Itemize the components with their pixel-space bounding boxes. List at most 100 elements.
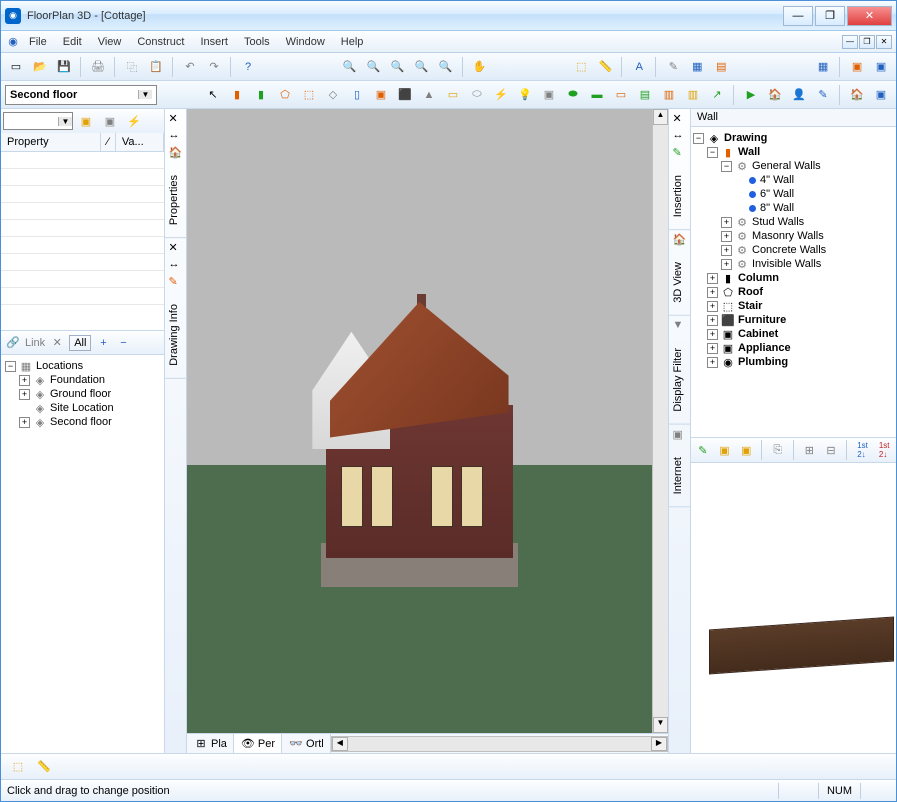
landscape-tool[interactable]: ⬬ (562, 84, 584, 106)
property-btn-2[interactable]: ▣ (99, 110, 121, 132)
app-menu-icon[interactable]: ◉ (5, 34, 21, 50)
scroll-down-icon[interactable]: ▼ (653, 717, 668, 733)
expand-icon[interactable]: + (707, 357, 718, 368)
bottom-btn-1[interactable]: ⬚ (7, 756, 29, 778)
roof-tool[interactable]: ⬠ (274, 84, 296, 106)
preview-btn-6[interactable]: ⊟ (821, 439, 841, 461)
preview-btn-4[interactable]: ⎘ (768, 439, 788, 461)
tree-concrete-walls[interactable]: +⚙Concrete Walls (693, 243, 894, 257)
tree-wall-4[interactable]: 4" Wall (693, 173, 894, 187)
locations-root[interactable]: − ▦ Locations (5, 359, 160, 373)
collapse-icon[interactable]: − (693, 133, 704, 144)
collapse-icon[interactable]: − (5, 361, 16, 372)
tab-drawing-info[interactable]: Drawing Info (165, 292, 186, 379)
fence-tool[interactable]: ▥ (658, 84, 680, 106)
tree-furniture[interactable]: +⬛Furniture (693, 313, 894, 327)
menu-help[interactable]: Help (333, 33, 372, 51)
catalog-button[interactable]: ▣ (870, 56, 892, 78)
stripe-tool[interactable]: ▥ (682, 84, 704, 106)
drawing-info-tab-icon[interactable]: ✎ (169, 275, 183, 289)
expand-icon[interactable]: + (721, 259, 732, 270)
mdi-close-button[interactable]: ✕ (876, 35, 892, 49)
bottom-btn-2[interactable]: 📏 (33, 756, 55, 778)
tree-drawing[interactable]: − ◈ Drawing (693, 131, 894, 145)
help-button[interactable]: ? (237, 56, 259, 78)
print-button[interactable]: 🖨 (87, 56, 109, 78)
column-tool[interactable]: ▮ (250, 84, 272, 106)
remove-location-icon[interactable]: − (115, 335, 131, 351)
collapse-icon[interactable]: − (721, 161, 732, 172)
preview-btn-7[interactable]: 1st2↓ (853, 439, 873, 461)
insertion-tab-icon[interactable]: ✎ (673, 146, 687, 160)
tree-masonry-walls[interactable]: +⚙Masonry Walls (693, 229, 894, 243)
cabinet-tool[interactable]: ▭ (442, 84, 464, 106)
link-icon[interactable]: 🔗 (5, 335, 21, 351)
all-button[interactable]: All (69, 335, 91, 351)
copy-button[interactable]: ⿻ (121, 56, 143, 78)
zoom-fit-button[interactable]: 🔍 (411, 56, 433, 78)
tree-invisible-walls[interactable]: +⚙Invisible Walls (693, 257, 894, 271)
menu-tools[interactable]: Tools (236, 33, 278, 51)
expand-icon[interactable]: + (19, 389, 30, 400)
grid-button[interactable]: ▦ (812, 56, 834, 78)
menu-construct[interactable]: Construct (129, 33, 192, 51)
library-button[interactable]: ▣ (846, 56, 868, 78)
edit-tool-button[interactable]: ✎ (662, 56, 684, 78)
expand-horiz-icon[interactable]: ↔ (169, 258, 183, 272)
property-sort-icon[interactable]: ⁄ (101, 133, 116, 151)
3d-view-tab-icon[interactable]: 🏠 (673, 233, 687, 247)
paste-button[interactable]: 📋 (145, 56, 167, 78)
zoom-window-button[interactable]: 🔍 (387, 56, 409, 78)
location-ground-floor[interactable]: + ◈ Ground floor (5, 387, 160, 401)
horizontal-scrollbar[interactable]: ◀ ▶ (331, 736, 668, 752)
location-site[interactable]: ◈ Site Location (5, 401, 160, 415)
3d-viewport[interactable] (187, 109, 652, 733)
tree-roof[interactable]: +⬠Roof (693, 285, 894, 299)
annotation-button[interactable]: A (628, 56, 650, 78)
lighting-tool[interactable]: 💡 (514, 84, 536, 106)
expand-icon[interactable]: + (707, 343, 718, 354)
tab-perspective[interactable]: 👁Per (234, 734, 282, 754)
preview-btn-8[interactable]: 1st2↓ (874, 439, 894, 461)
tree-general-walls[interactable]: − ⚙ General Walls (693, 159, 894, 173)
expand-icon[interactable]: + (721, 217, 732, 228)
expand-icon[interactable]: + (707, 301, 718, 312)
mdi-minimize-button[interactable]: — (842, 35, 858, 49)
window-tool[interactable]: ▣ (370, 84, 392, 106)
tree-plumbing[interactable]: +◉Plumbing (693, 355, 894, 369)
door-tool[interactable]: ▯ (346, 84, 368, 106)
home-button[interactable]: 🏠 (846, 84, 868, 106)
collapse-icon[interactable]: − (707, 147, 718, 158)
tree-cabinet[interactable]: +▣Cabinet (693, 327, 894, 341)
property-col-header[interactable]: Property (1, 133, 101, 151)
appliance-tool[interactable]: ▲ (418, 84, 440, 106)
expand-icon[interactable]: + (721, 245, 732, 256)
stair-tool[interactable]: ⬚ (298, 84, 320, 106)
close-panel-icon[interactable]: ✕ (673, 112, 687, 126)
mdi-restore-button[interactable]: ❐ (859, 35, 875, 49)
menu-file[interactable]: File (21, 33, 55, 51)
slab-tool[interactable]: ◇ (322, 84, 344, 106)
locations-tree[interactable]: − ▦ Locations + ◈ Foundation + ◈ Ground … (1, 355, 164, 753)
expand-icon[interactable]: + (707, 273, 718, 284)
tree-wall-8[interactable]: 8" Wall (693, 201, 894, 215)
scroll-up-icon[interactable]: ▲ (653, 109, 668, 125)
layers-tool[interactable]: ▤ (634, 84, 656, 106)
3d-toggle-button[interactable]: ⬚ (570, 56, 592, 78)
scroll-left-icon[interactable]: ◀ (332, 737, 348, 751)
redo-button[interactable]: ↷ (203, 56, 225, 78)
pan-button[interactable]: ✋ (469, 56, 491, 78)
expand-icon[interactable]: + (707, 329, 718, 340)
expand-icon[interactable]: + (707, 287, 718, 298)
floor-selector[interactable]: Second floor ▼ (5, 85, 157, 105)
close-panel-icon[interactable]: ✕ (169, 112, 183, 126)
edit-mode-button[interactable]: ✎ (812, 84, 834, 106)
preview-btn-2[interactable]: ▣ (715, 439, 735, 461)
location-second-floor[interactable]: + ◈ Second floor (5, 415, 160, 429)
menu-window[interactable]: Window (278, 33, 333, 51)
wall-tree[interactable]: − ◈ Drawing − ▮ Wall − ⚙ General Walls 4… (691, 127, 896, 437)
close-button[interactable]: ✕ (847, 6, 892, 26)
vertical-scrollbar[interactable]: ▲ ▼ (652, 109, 668, 733)
walkthrough-button[interactable]: 👤 (788, 84, 810, 106)
delete-icon[interactable]: ✕ (49, 335, 65, 351)
